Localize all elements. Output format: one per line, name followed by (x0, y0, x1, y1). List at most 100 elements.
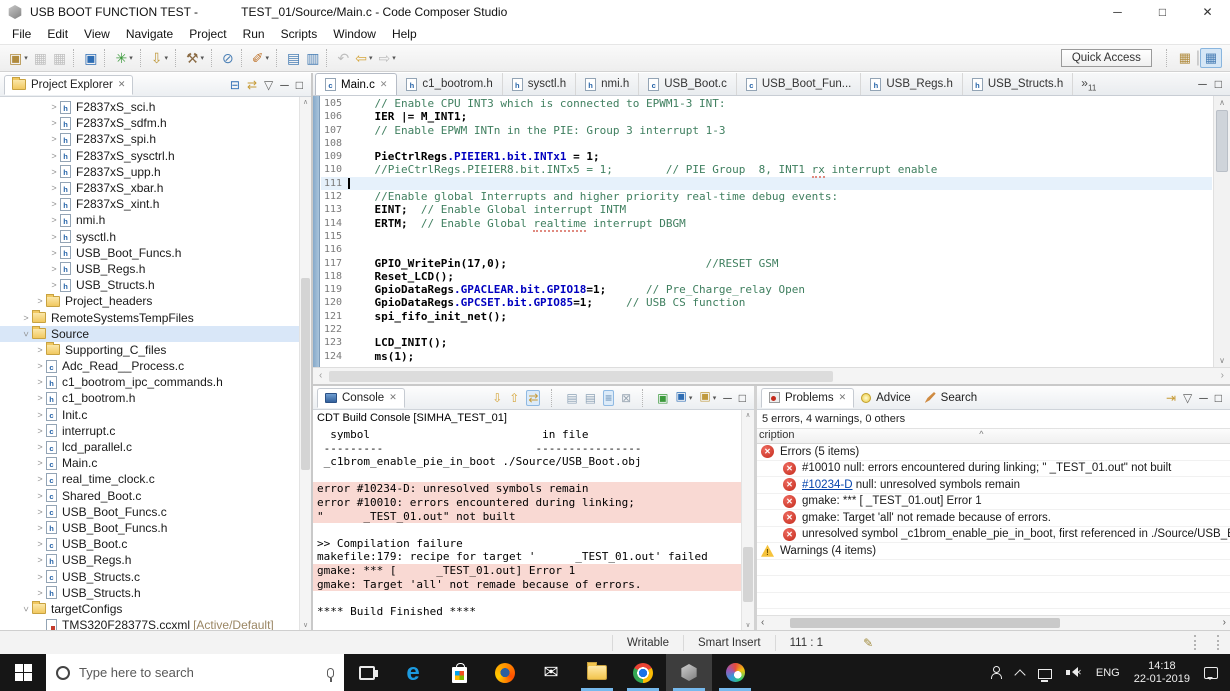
dropdown-arrow-icon[interactable]: ▾ (369, 54, 373, 62)
network-icon[interactable] (1037, 668, 1052, 682)
tab-project-explorer[interactable]: Project Explorer ✕ (4, 74, 134, 95)
tree-item[interactable]: > RemoteSystemsTempFiles (0, 309, 311, 325)
scrollbar-thumb[interactable] (1216, 110, 1228, 172)
tree-item[interactable]: > h USB_Regs.h (0, 261, 311, 277)
problem-row[interactable]: ✕ gmake: *** [ _TEST_01.out] Error 1 (757, 494, 1230, 510)
tree-chevron-icon[interactable]: > (48, 264, 60, 274)
editor-tab-mainc[interactable]: c Main.c ✕ (315, 73, 398, 95)
tree-chevron-icon[interactable]: > (34, 539, 46, 549)
tree-chevron-icon[interactable]: > (34, 507, 46, 517)
editor-tab-usbregsh[interactable]: h USB_Regs.h (861, 73, 963, 95)
tree-chevron-icon[interactable]: > (34, 588, 46, 598)
language-indicator[interactable]: ENG (1096, 667, 1120, 679)
people-icon[interactable] (990, 666, 1002, 679)
scroll-right-icon[interactable]: › (1223, 617, 1226, 628)
tree-chevron-icon[interactable]: > (20, 313, 32, 323)
taskbar-edge-button[interactable]: e (390, 654, 436, 691)
tree-chevron-icon[interactable]: > (34, 296, 46, 306)
code-line[interactable]: 113 EINT; // Enable Global interrupt INT… (321, 203, 1212, 216)
back-icon[interactable]: ⇦ ▾ (352, 49, 375, 67)
dropdown-arrow-icon[interactable]: ▾ (689, 395, 693, 402)
problem-row[interactable]: ✕ Errors (5 items) (757, 444, 1230, 461)
show-console-view-icon[interactable]: ▣ (81, 49, 100, 67)
tree-chevron-icon[interactable]: > (34, 426, 46, 436)
tree-item[interactable]: > c Shared_Boot.c (0, 488, 311, 504)
tree-chevron-icon[interactable]: > (34, 345, 46, 355)
code-line[interactable]: 121 spi_fifo_init_net(); (321, 310, 1212, 323)
volume-muted-icon[interactable]: ✕ (1065, 666, 1082, 679)
registers-icon[interactable]: ▥ (303, 49, 322, 67)
tree-item[interactable]: > targetConfigs (0, 601, 311, 617)
tree-chevron-icon[interactable]: > (21, 603, 31, 615)
minimize-icon[interactable]: ─ (1199, 392, 1208, 404)
dropdown-arrow-icon[interactable]: ▾ (24, 54, 28, 62)
tree-item[interactable]: > c Adc_Read__Process.c (0, 358, 311, 374)
tree-item[interactable]: > h USB_Boot_Funcs.h (0, 520, 311, 536)
tree-chevron-icon[interactable]: > (48, 102, 60, 112)
scroll-up-icon[interactable]: ⇧ (509, 392, 519, 404)
problem-row[interactable]: ✕ gmake: Target 'all' not remade because … (757, 510, 1230, 527)
tree-chevron-icon[interactable]: > (34, 377, 46, 387)
code-line[interactable]: 122 (321, 323, 1212, 336)
close-button[interactable]: ✕ (1185, 0, 1230, 24)
tree-item[interactable]: > c lcd_parallel.c (0, 439, 311, 455)
tree-item[interactable]: > h USB_Boot_Funcs.h (0, 245, 311, 261)
tree-item[interactable]: > h USB_Regs.h (0, 552, 311, 568)
save-icon[interactable]: ▦ (31, 49, 50, 67)
editor-tab-sysctlh[interactable]: h sysctl.h (503, 73, 577, 95)
code-line[interactable]: 108 (321, 137, 1212, 150)
build-icon[interactable]: ⚒ ▾ (183, 49, 207, 67)
tree-item[interactable]: > c Init.c (0, 407, 311, 423)
tree-chevron-icon[interactable]: > (21, 328, 31, 340)
scroll-down-icon[interactable]: ⇩ (492, 392, 502, 404)
scroll-up-icon[interactable]: ∧ (742, 411, 754, 419)
problem-row[interactable]: ✕ #10234-D null: unresolved symbols remai… (757, 477, 1230, 494)
sync-icon[interactable]: ▤ (284, 49, 303, 67)
tree-chevron-icon[interactable]: > (48, 151, 60, 161)
flash-icon[interactable]: ⇩ ▾ (148, 49, 171, 67)
code-line[interactable]: 105 // Enable CPU INT3 which is connecte… (321, 97, 1212, 110)
scroll-right-icon[interactable]: › (1221, 370, 1224, 381)
scroll-left-icon[interactable]: ‹ (761, 617, 764, 628)
code-line[interactable]: 116 (321, 243, 1212, 256)
show-stderr-icon[interactable]: ▤ (585, 392, 596, 404)
ccs-perspective-icon[interactable]: ▦ (1200, 48, 1222, 68)
tree-item[interactable]: > c USB_Boot_Funcs.c (0, 504, 311, 520)
tree-item[interactable]: > c USB_Boot.c (0, 536, 311, 552)
tree-item[interactable]: > h F2837xS_sdfm.h (0, 115, 311, 131)
minimize-icon[interactable]: ─ (1198, 77, 1207, 91)
scroll-down-icon[interactable]: ∨ (1214, 356, 1230, 365)
trace-icon[interactable]: ✐ ▾ (249, 49, 272, 67)
code-line[interactable]: 119 GpioDataRegs.GPACLEAR.bit.GPIO18=1; … (321, 283, 1212, 296)
search-input[interactable] (79, 665, 318, 680)
tree-chevron-icon[interactable]: > (34, 474, 46, 484)
scroll-down-icon[interactable]: ∨ (300, 621, 311, 629)
tree-chevron-icon[interactable]: > (48, 280, 60, 290)
dropdown-arrow-icon[interactable]: ▾ (201, 54, 205, 62)
problem-row[interactable]: ✕ #10010 null: errors encountered during … (757, 461, 1230, 477)
action-center-icon[interactable] (1204, 667, 1218, 680)
tree-chevron-icon[interactable]: > (48, 199, 60, 209)
tree-chevron-icon[interactable]: > (34, 523, 46, 533)
tree-chevron-icon[interactable]: > (34, 442, 46, 452)
code-line[interactable]: 114 ERTM; // Enable Global realtime inte… (321, 216, 1212, 232)
new-icon[interactable]: ▣ ▾ (6, 49, 31, 67)
tree-chevron-icon[interactable]: > (48, 167, 60, 177)
new-console-icon[interactable]: ▣ ▾ (699, 390, 716, 405)
menu-file[interactable]: File (4, 25, 39, 43)
editor-horizontal-scrollbar[interactable]: ‹ › (313, 367, 1230, 384)
code-line[interactable]: 110 //PieCtrlRegs.PIEIER8.bit.INTx5 = 1;… (321, 163, 1212, 179)
tree-item[interactable]: > h F2837xS_upp.h (0, 164, 311, 180)
tree-chevron-icon[interactable]: > (48, 118, 60, 128)
scrollbar-thumb[interactable] (301, 278, 310, 471)
code-line[interactable]: 112 //Enable global Interrupts and highe… (321, 190, 1212, 203)
tree-item[interactable]: > h sysctl.h (0, 229, 311, 245)
tree-item[interactable]: > c Main.c (0, 455, 311, 471)
code-line[interactable]: 106 IER |= M_INT1; (321, 110, 1212, 123)
maximize-icon[interactable]: □ (296, 79, 303, 91)
menu-window[interactable]: Window (325, 25, 384, 43)
code-line[interactable]: 111 (321, 176, 1212, 191)
scrollbar-thumb[interactable] (329, 371, 834, 382)
minimize-icon[interactable]: ─ (280, 79, 289, 91)
swap-console-icon[interactable]: ⇄ (526, 389, 541, 406)
